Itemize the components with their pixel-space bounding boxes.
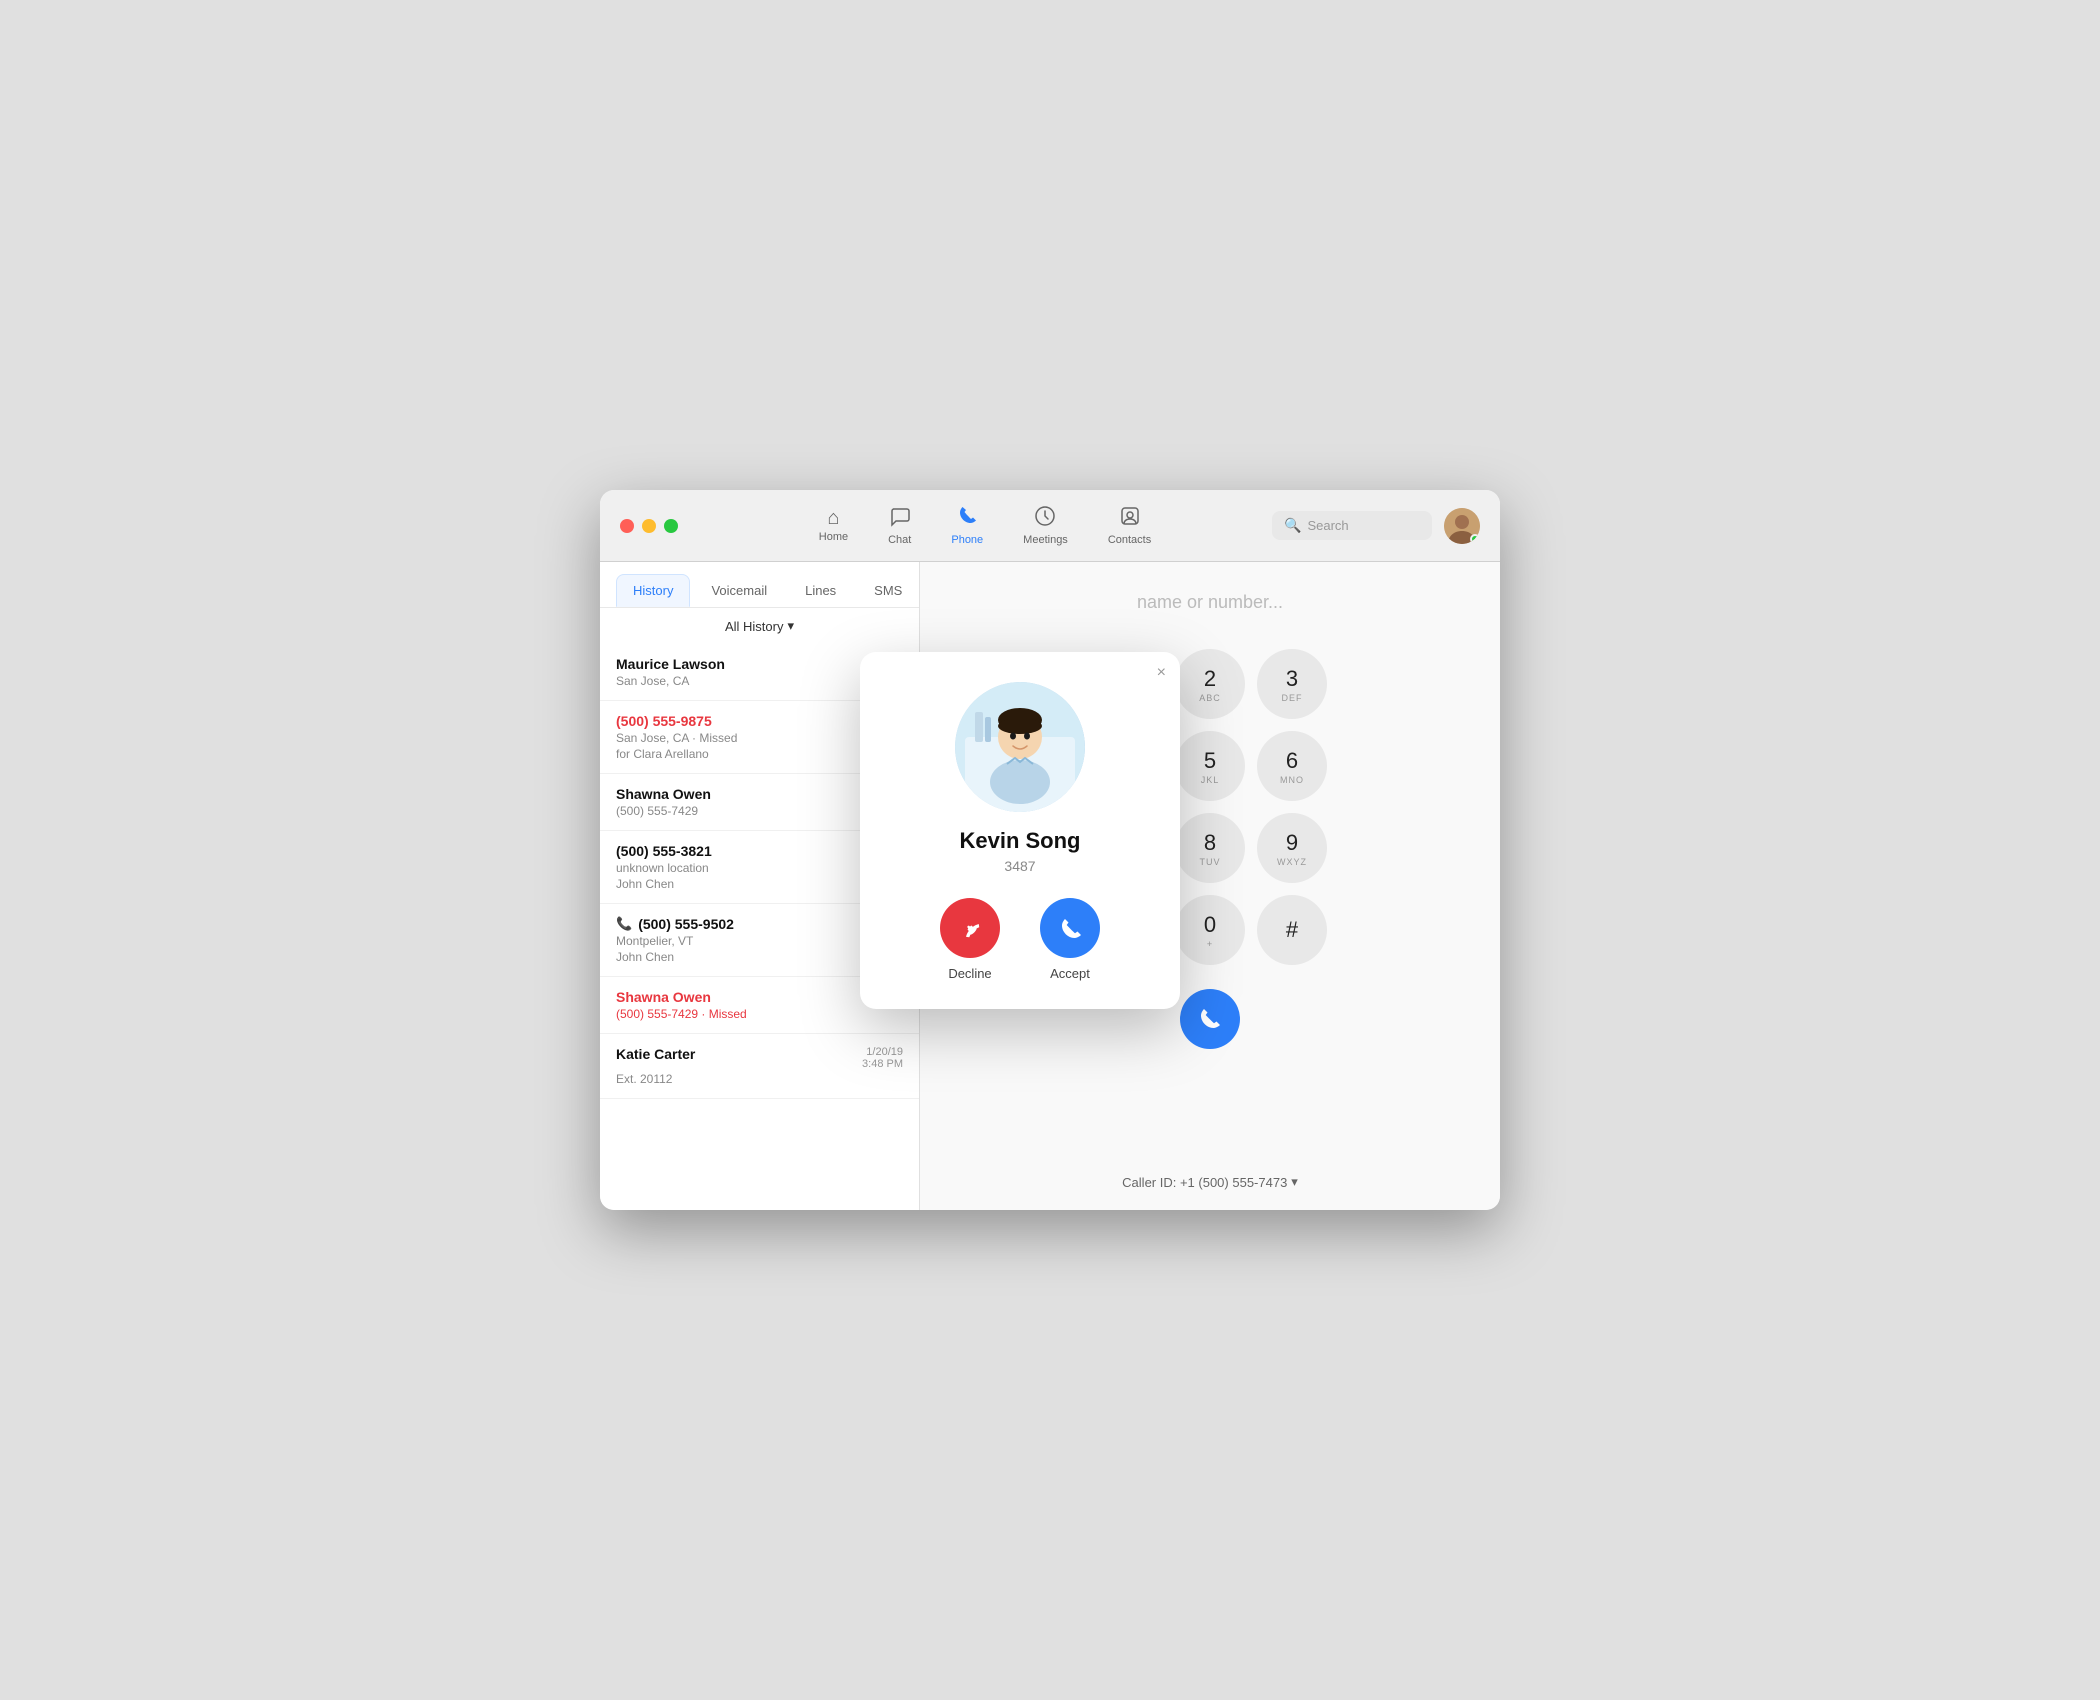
app-window: ⌂ Home Chat Phone [600, 490, 1500, 1210]
online-indicator [1470, 534, 1480, 544]
accept-button[interactable] [1040, 898, 1100, 958]
nav-chat-label: Chat [888, 534, 911, 546]
nav-contacts[interactable]: Contacts [1108, 505, 1151, 546]
tab-sms[interactable]: SMS [857, 574, 919, 607]
incoming-caller-name: Kevin Song [959, 828, 1080, 854]
traffic-lights [620, 519, 678, 533]
caller-name: Katie Carter [616, 1046, 695, 1062]
nav-bar: ⌂ Home Chat Phone [698, 505, 1272, 546]
dial-0[interactable]: 0+ [1175, 895, 1245, 965]
call-actions: Decline Accept [940, 898, 1100, 981]
tab-history[interactable]: History [616, 574, 690, 607]
phone-nav-icon [956, 505, 978, 531]
missed-name: Shawna Owen [616, 989, 711, 1005]
decline-button[interactable] [940, 898, 1000, 958]
dial-input[interactable] [940, 582, 1480, 623]
nav-meetings[interactable]: Meetings [1023, 505, 1068, 546]
dial-8[interactable]: 8TUV [1175, 813, 1245, 883]
dial-6[interactable]: 6MNO [1257, 731, 1327, 801]
contacts-icon [1119, 505, 1141, 531]
dial-9[interactable]: 9WXYZ [1257, 813, 1327, 883]
incoming-caller-ext: 3487 [1004, 858, 1035, 874]
caller-id-chevron: ▾ [1291, 1174, 1298, 1190]
call-button[interactable] [1180, 989, 1240, 1049]
nav-home[interactable]: ⌂ Home [819, 508, 848, 543]
meetings-icon [1034, 505, 1056, 531]
nav-chat[interactable]: Chat [888, 505, 911, 546]
list-item[interactable]: Katie Carter 1/20/19 3:48 PM Ext. 20112 [600, 1034, 919, 1099]
caller-id: Caller ID: +1 (500) 555-7473 ▾ [1122, 1174, 1298, 1190]
nav-home-label: Home [819, 531, 848, 543]
accept-label: Accept [1050, 966, 1090, 981]
caller-ext: Ext. 20112 [616, 1072, 903, 1086]
nav-phone[interactable]: Phone [951, 505, 983, 546]
nav-phone-label: Phone [951, 534, 983, 546]
search-icon: 🔍 [1284, 517, 1301, 534]
tab-bar: History Voicemail Lines SMS [600, 562, 919, 608]
filter-label: All History [725, 619, 784, 634]
call-date: 1/20/19 [866, 1046, 903, 1058]
dial-3[interactable]: 3DEF [1257, 649, 1327, 719]
call-time: 3:48 PM [862, 1058, 903, 1070]
dial-2[interactable]: 2ABC [1175, 649, 1245, 719]
search-bar[interactable]: 🔍 Search [1272, 511, 1432, 540]
dropdown-icon: ▾ [787, 618, 794, 634]
maximize-button[interactable] [664, 519, 678, 533]
titlebar: ⌂ Home Chat Phone [600, 490, 1500, 562]
caller-id-text: Caller ID: +1 (500) 555-7473 [1122, 1175, 1287, 1190]
dial-5[interactable]: 5JKL [1175, 731, 1245, 801]
caller-avatar [955, 682, 1085, 812]
missed-detail: (500) 555-7429 · Missed [616, 1007, 903, 1021]
search-placeholder: Search [1307, 518, 1348, 533]
minimize-button[interactable] [642, 519, 656, 533]
filter-row: All History ▾ [600, 608, 919, 644]
dial-hash[interactable]: # [1257, 895, 1327, 965]
close-button[interactable] [620, 519, 634, 533]
close-icon[interactable]: × [1157, 664, 1166, 682]
tab-voicemail[interactable]: Voicemail [694, 574, 784, 607]
phone-icon: 📞 [616, 916, 632, 932]
chat-icon [889, 505, 911, 531]
home-icon: ⌂ [827, 508, 839, 528]
incoming-call-modal: × [860, 652, 1180, 1009]
decline-label: Decline [948, 966, 991, 981]
user-avatar[interactable] [1444, 508, 1480, 544]
decline-action[interactable]: Decline [940, 898, 1000, 981]
accept-action[interactable]: Accept [1040, 898, 1100, 981]
nav-meetings-label: Meetings [1023, 534, 1068, 546]
nav-contacts-label: Contacts [1108, 534, 1151, 546]
all-history-dropdown[interactable]: All History ▾ [725, 618, 794, 634]
tab-lines[interactable]: Lines [788, 574, 853, 607]
